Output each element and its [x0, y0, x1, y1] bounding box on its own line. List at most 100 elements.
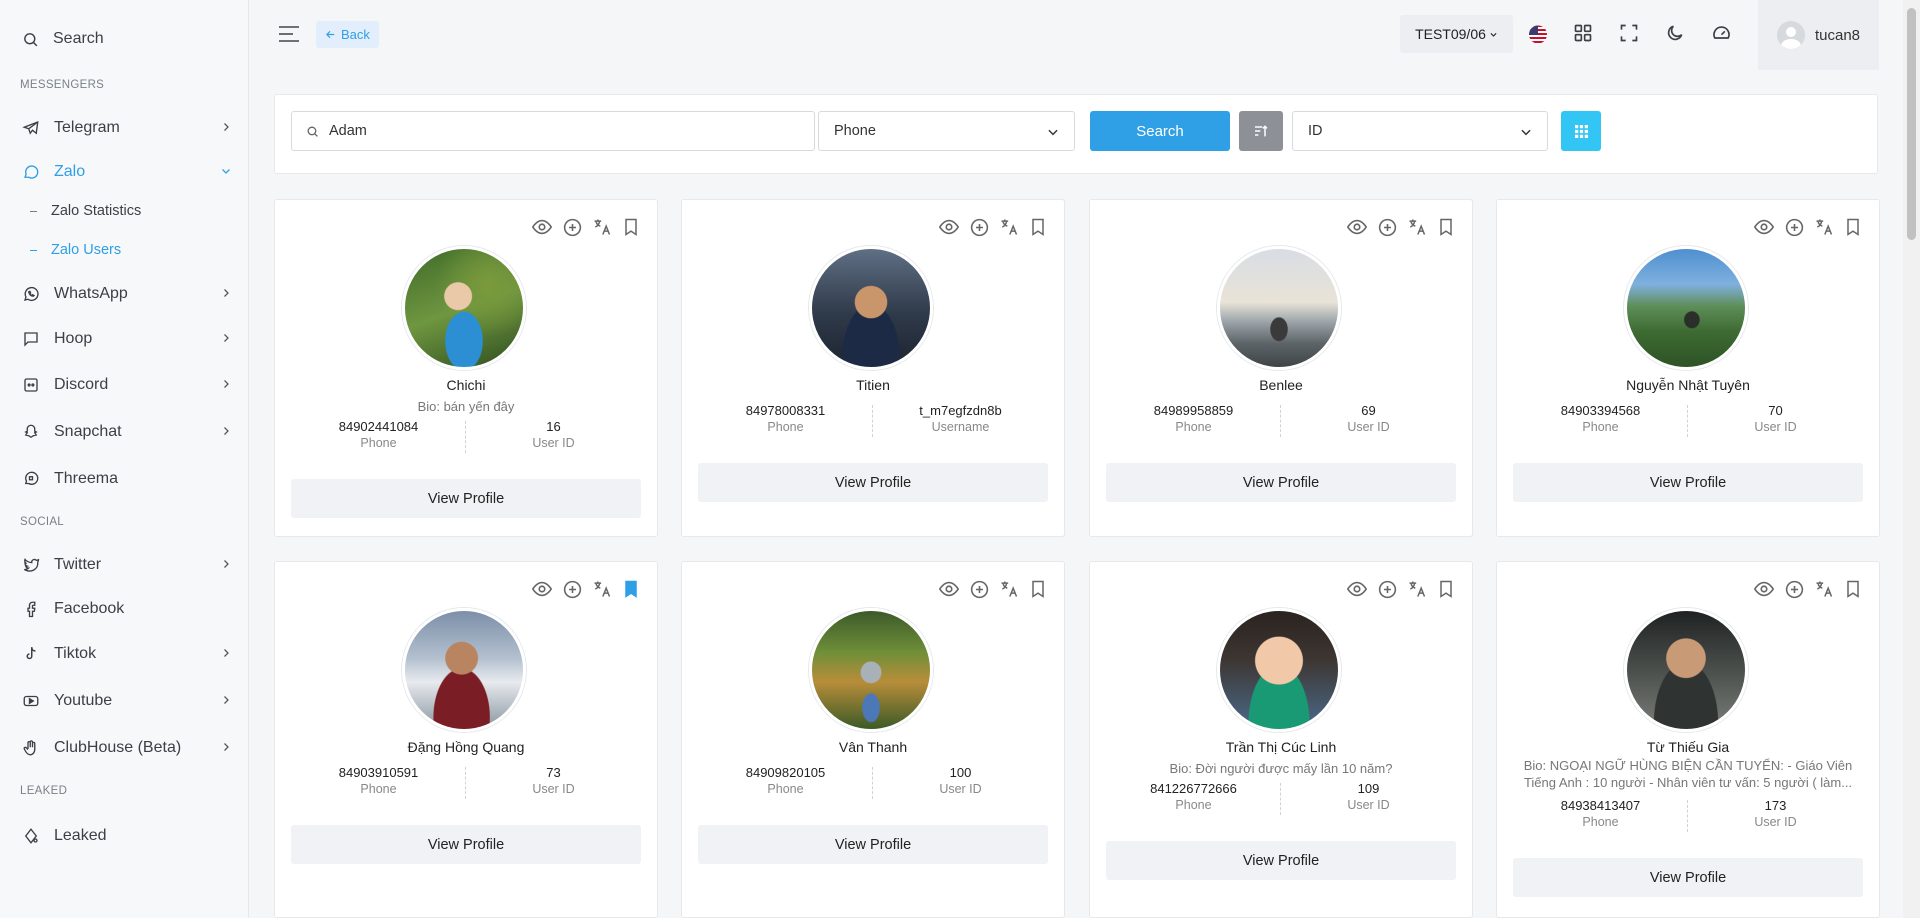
back-button[interactable]: Back [316, 21, 379, 48]
add-circle-icon[interactable] [1377, 217, 1398, 238]
phone-label: Phone [360, 436, 397, 450]
menu-icon[interactable] [278, 24, 300, 44]
twitter-bird-icon [22, 556, 40, 574]
sidebar-item-whatsapp[interactable]: WhatsApp [22, 280, 232, 308]
profile-photo [809, 608, 933, 732]
user-id-value: 73 [546, 765, 561, 780]
scrollbar-thumb[interactable] [1907, 8, 1916, 240]
add-circle-icon[interactable] [1784, 217, 1805, 238]
view-profile-button[interactable]: View Profile [1513, 858, 1863, 897]
sidebar-item-tiktok[interactable]: Tiktok [22, 640, 232, 668]
bookmark-icon[interactable] [1028, 217, 1048, 237]
view-profile-button[interactable]: View Profile [698, 463, 1048, 502]
chevron-down-icon [1521, 129, 1531, 136]
apps-grid-icon[interactable] [1573, 23, 1593, 43]
sidebar-label-threema: Threema [54, 470, 119, 487]
sidebar-item-clubhouse[interactable]: ClubHouse (Beta) [22, 734, 232, 762]
add-circle-icon[interactable] [1784, 579, 1805, 600]
eye-icon[interactable] [531, 216, 553, 238]
field-select[interactable]: Phone [818, 111, 1075, 151]
bookmark-icon[interactable] [1843, 579, 1863, 599]
search-icon [24, 32, 38, 46]
user-name: Chichi [446, 377, 486, 393]
sidebar-item-threema[interactable]: Threema [22, 465, 232, 493]
translate-icon[interactable] [592, 579, 612, 599]
sidebar-search-label: Search [53, 30, 104, 47]
eye-icon[interactable] [938, 216, 960, 238]
view-profile-button[interactable]: View Profile [1106, 463, 1456, 502]
sidebar-item-hoop[interactable]: Hoop [22, 325, 232, 353]
user-card: Trần Thị Cúc Linh Bio: Đời người được mấ… [1089, 561, 1473, 918]
translate-icon[interactable] [1814, 579, 1834, 599]
message-square-icon [22, 330, 40, 348]
threema-icon [22, 470, 40, 488]
phone-label: Phone [767, 782, 804, 796]
translate-icon[interactable] [999, 217, 1019, 237]
user-name: Titien [856, 377, 890, 393]
search-field[interactable] [291, 111, 815, 151]
sidebar-label-leaked: Leaked [54, 827, 107, 844]
sidebar-search[interactable]: Search [22, 30, 104, 48]
moon-icon[interactable] [1665, 23, 1685, 43]
translate-icon[interactable] [999, 579, 1019, 599]
sort-select[interactable]: ID [1292, 111, 1548, 151]
us-flag-icon[interactable] [1527, 25, 1549, 44]
sidebar-item-telegram[interactable]: Telegram [22, 114, 232, 142]
phone-value: 84903910591 [338, 765, 419, 780]
eye-icon[interactable] [1346, 578, 1368, 600]
sort-direction-button[interactable] [1239, 111, 1283, 151]
add-circle-icon[interactable] [969, 217, 990, 238]
profile-photo [402, 608, 526, 732]
sidebar-item-leaked[interactable]: Leaked [22, 822, 232, 850]
dashboard-gauge-icon[interactable] [1711, 23, 1732, 43]
user-name: Nguyễn Nhật Tuyên [1626, 377, 1750, 393]
eye-icon[interactable] [1346, 216, 1368, 238]
phone-value: 84909820105 [745, 765, 826, 780]
bookmark-icon[interactable] [1436, 579, 1456, 599]
eye-icon[interactable] [531, 578, 553, 600]
bookmark-icon[interactable] [1843, 217, 1863, 237]
eye-icon[interactable] [1753, 578, 1775, 600]
user-name: Benlee [1259, 377, 1303, 393]
add-circle-icon[interactable] [969, 579, 990, 600]
user-stats: 84978008331 Phone t_m7egfzdn8b Username [698, 403, 1048, 439]
sidebar-label-clubhouse: ClubHouse (Beta) [54, 739, 182, 756]
translate-icon[interactable] [1407, 579, 1427, 599]
user-menu[interactable]: tucan8 [1758, 0, 1879, 70]
eye-icon[interactable] [1753, 216, 1775, 238]
bookmark-icon[interactable] [1436, 217, 1456, 237]
translate-icon[interactable] [1407, 217, 1427, 237]
add-circle-icon[interactable] [562, 217, 583, 238]
bookmark-icon[interactable] [621, 217, 641, 237]
add-circle-icon[interactable] [562, 579, 583, 600]
eye-icon[interactable] [938, 578, 960, 600]
sidebar-item-zalo[interactable]: Zalo [22, 158, 232, 186]
section-social: SOCIAL [20, 516, 64, 528]
view-profile-button[interactable]: View Profile [1513, 463, 1863, 502]
sidebar-item-facebook[interactable]: Facebook [22, 595, 232, 623]
sidebar-subitem-zalo-statistics[interactable]: Zalo Statistics [30, 203, 141, 219]
view-profile-button[interactable]: View Profile [291, 825, 641, 864]
chevron-right-icon [224, 696, 229, 704]
project-dropdown[interactable]: TEST09/06 [1400, 15, 1513, 53]
sidebar-item-youtube[interactable]: Youtube [22, 687, 232, 715]
page-scrollbar[interactable] [1903, 0, 1920, 918]
translate-icon[interactable] [1814, 217, 1834, 237]
add-circle-icon[interactable] [1377, 579, 1398, 600]
bookmark-icon[interactable] [1028, 579, 1048, 599]
search-button[interactable]: Search [1090, 111, 1230, 151]
translate-icon[interactable] [592, 217, 612, 237]
view-profile-button[interactable]: View Profile [291, 479, 641, 518]
sidebar-label-youtube: Youtube [54, 692, 113, 709]
sidebar-item-snapchat[interactable]: Snapchat [22, 418, 232, 446]
bookmark-filled-icon[interactable] [621, 579, 641, 599]
view-profile-button[interactable]: View Profile [698, 825, 1048, 864]
sidebar-item-discord[interactable]: Discord [22, 371, 232, 399]
sidebar-subitem-zalo-users[interactable]: Zalo Users [30, 242, 121, 258]
user-id-value: 70 [1768, 403, 1783, 418]
view-profile-button[interactable]: View Profile [1106, 841, 1456, 880]
sidebar-item-twitter[interactable]: Twitter [22, 551, 232, 579]
search-input[interactable] [329, 123, 769, 139]
grid-view-button[interactable] [1561, 111, 1601, 151]
fullscreen-icon[interactable] [1619, 23, 1639, 43]
